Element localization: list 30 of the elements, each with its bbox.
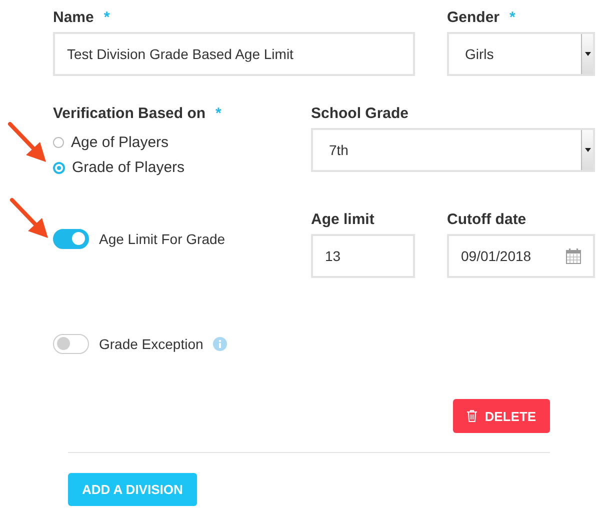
date-field[interactable]: 09/01/2018 [447, 234, 595, 278]
required-mark: * [104, 8, 110, 26]
field-label: Age limit [311, 210, 374, 228]
toggle-switch[interactable] [53, 334, 89, 354]
school-grade-dropdown[interactable]: 7th [311, 128, 595, 172]
toggle-label: Age Limit For Grade [99, 231, 226, 247]
required-mark: * [510, 8, 516, 26]
radio-button[interactable] [53, 137, 64, 148]
annotation-arrow [10, 198, 50, 240]
calendar-icon[interactable] [566, 248, 581, 264]
field-label: School Grade [311, 104, 409, 122]
name-input-field[interactable]: Test Division Grade Based Age Limit [53, 32, 415, 76]
radio-label: Age of Players [71, 134, 169, 151]
annotation-arrow [8, 122, 48, 164]
radio-button[interactable] [53, 162, 65, 174]
field-label: Verification Based on [53, 104, 206, 122]
caret-icon [581, 130, 593, 170]
toggle-switch[interactable] [53, 229, 89, 249]
field-label: Gender [447, 8, 500, 26]
info-icon[interactable] [213, 337, 228, 351]
delete-button[interactable]: DELETE [452, 399, 550, 433]
field-label: Cutoff date [447, 210, 526, 228]
required-mark: * [216, 104, 222, 122]
trash-icon [466, 410, 477, 422]
toggle-label: Grade Exception [99, 336, 204, 352]
radio-label: Grade of Players [72, 159, 185, 176]
field-label: Name [53, 8, 94, 26]
caret-icon [581, 34, 593, 74]
age-limit-input-field[interactable]: 13 [311, 234, 415, 278]
gender-dropdown[interactable]: Girls [447, 32, 595, 76]
